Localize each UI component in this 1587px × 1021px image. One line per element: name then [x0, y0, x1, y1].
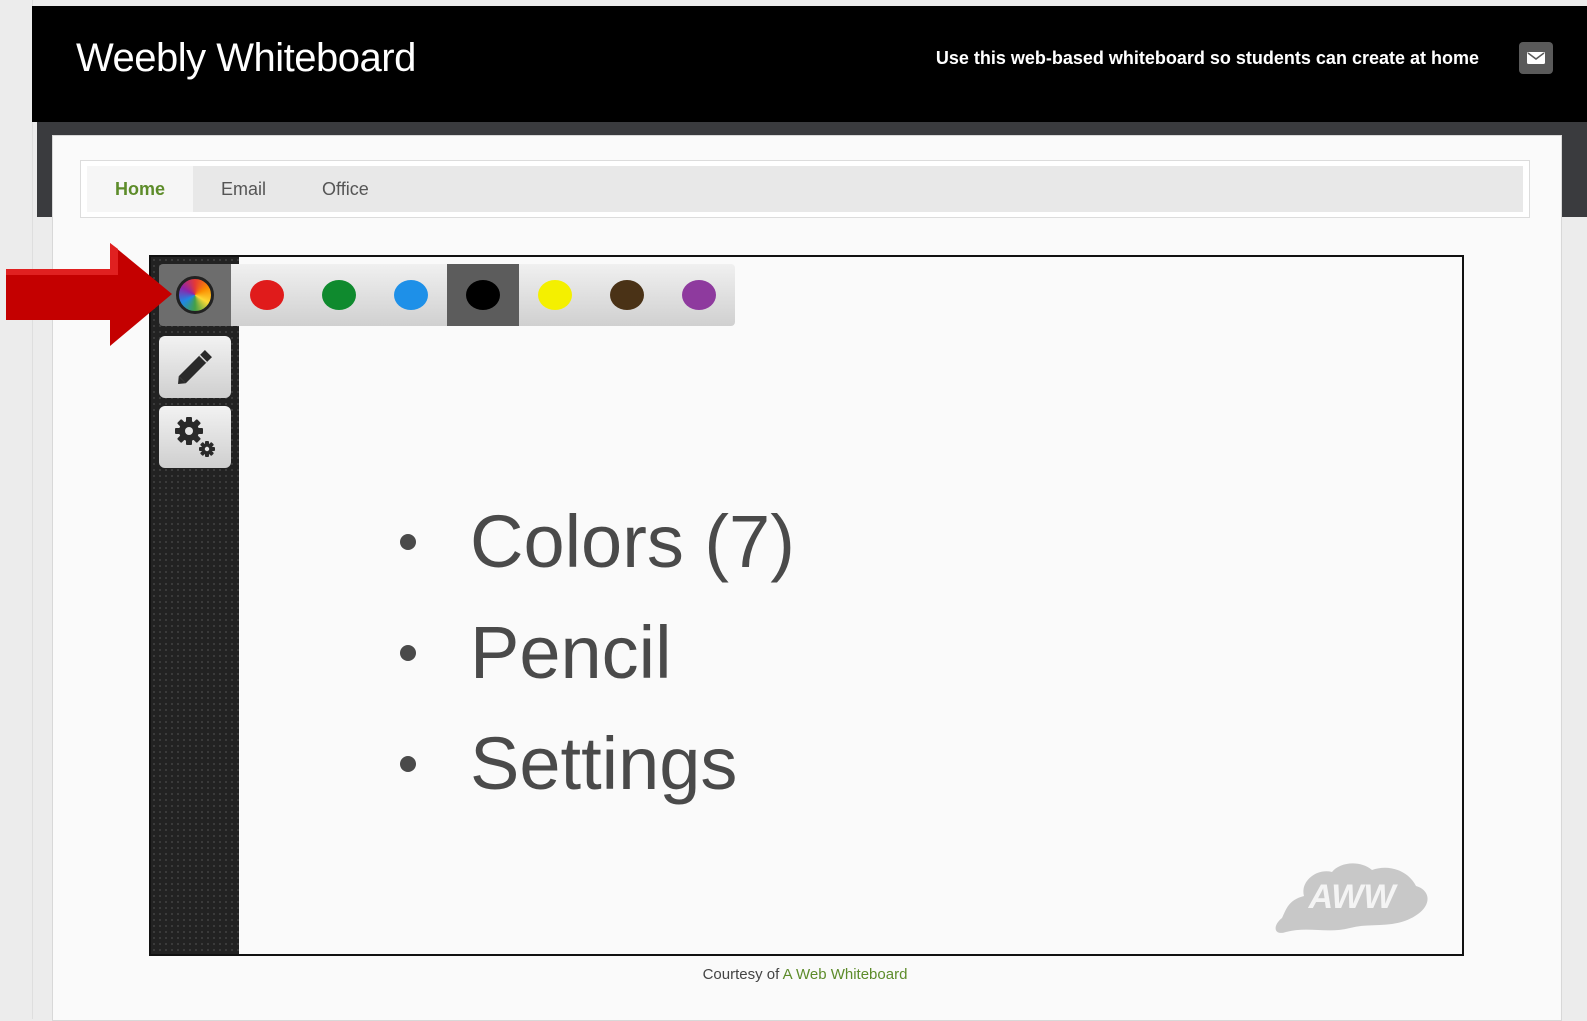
nav-tab-office[interactable]: Office: [294, 166, 397, 212]
nav-tab-home[interactable]: Home: [87, 166, 194, 212]
color-dot: [682, 280, 716, 310]
color-dot: [394, 280, 428, 310]
site-title[interactable]: Weebly Whiteboard: [76, 36, 416, 81]
color-dot: [538, 280, 572, 310]
footer-credit: Courtesy of A Web Whiteboard: [0, 966, 1587, 983]
gear-icon: [175, 417, 215, 457]
feature-list: Colors (7) Pencil Settings: [390, 500, 795, 833]
color-swatch-black[interactable]: [447, 264, 519, 326]
site-tagline: Use this web-based whiteboard so student…: [935, 48, 1479, 68]
feature-item-settings: Settings: [390, 722, 795, 833]
color-swatch-purple[interactable]: [663, 264, 735, 326]
color-swatch-yellow[interactable]: [519, 264, 591, 326]
color-swatch-brown[interactable]: [591, 264, 663, 326]
site-header: Weebly Whiteboard Use this web-based whi…: [32, 6, 1587, 122]
left-margin: [0, 0, 33, 1019]
aww-logo: AWW: [1275, 863, 1428, 933]
color-dot: [322, 280, 356, 310]
color-dot: [250, 280, 284, 310]
envelope-icon: [1527, 52, 1545, 64]
footer-prefix: Courtesy of: [702, 966, 780, 983]
pencil-icon: [178, 350, 212, 384]
feature-item-pencil: Pencil: [390, 611, 795, 722]
color-swatch-blue[interactable]: [375, 264, 447, 326]
color-dot: [610, 280, 644, 310]
aww-logo-text: AWW: [1308, 878, 1399, 916]
settings-tool-button[interactable]: [159, 406, 231, 468]
color-swatch-red[interactable]: [231, 264, 303, 326]
footer-link[interactable]: A Web Whiteboard: [783, 966, 908, 983]
color-wheel-icon: [176, 276, 214, 314]
nav-tab-email[interactable]: Email: [193, 166, 294, 212]
color-dot: [466, 280, 500, 310]
email-button[interactable]: [1519, 42, 1553, 74]
color-palette: [159, 264, 735, 326]
whiteboard-canvas[interactable]: [149, 255, 1464, 956]
feature-item-colors: Colors (7): [390, 500, 795, 611]
color-swatch-green[interactable]: [303, 264, 375, 326]
red-arrow-annotation: [6, 243, 172, 346]
nav-bar: Home Email Office: [80, 160, 1530, 218]
